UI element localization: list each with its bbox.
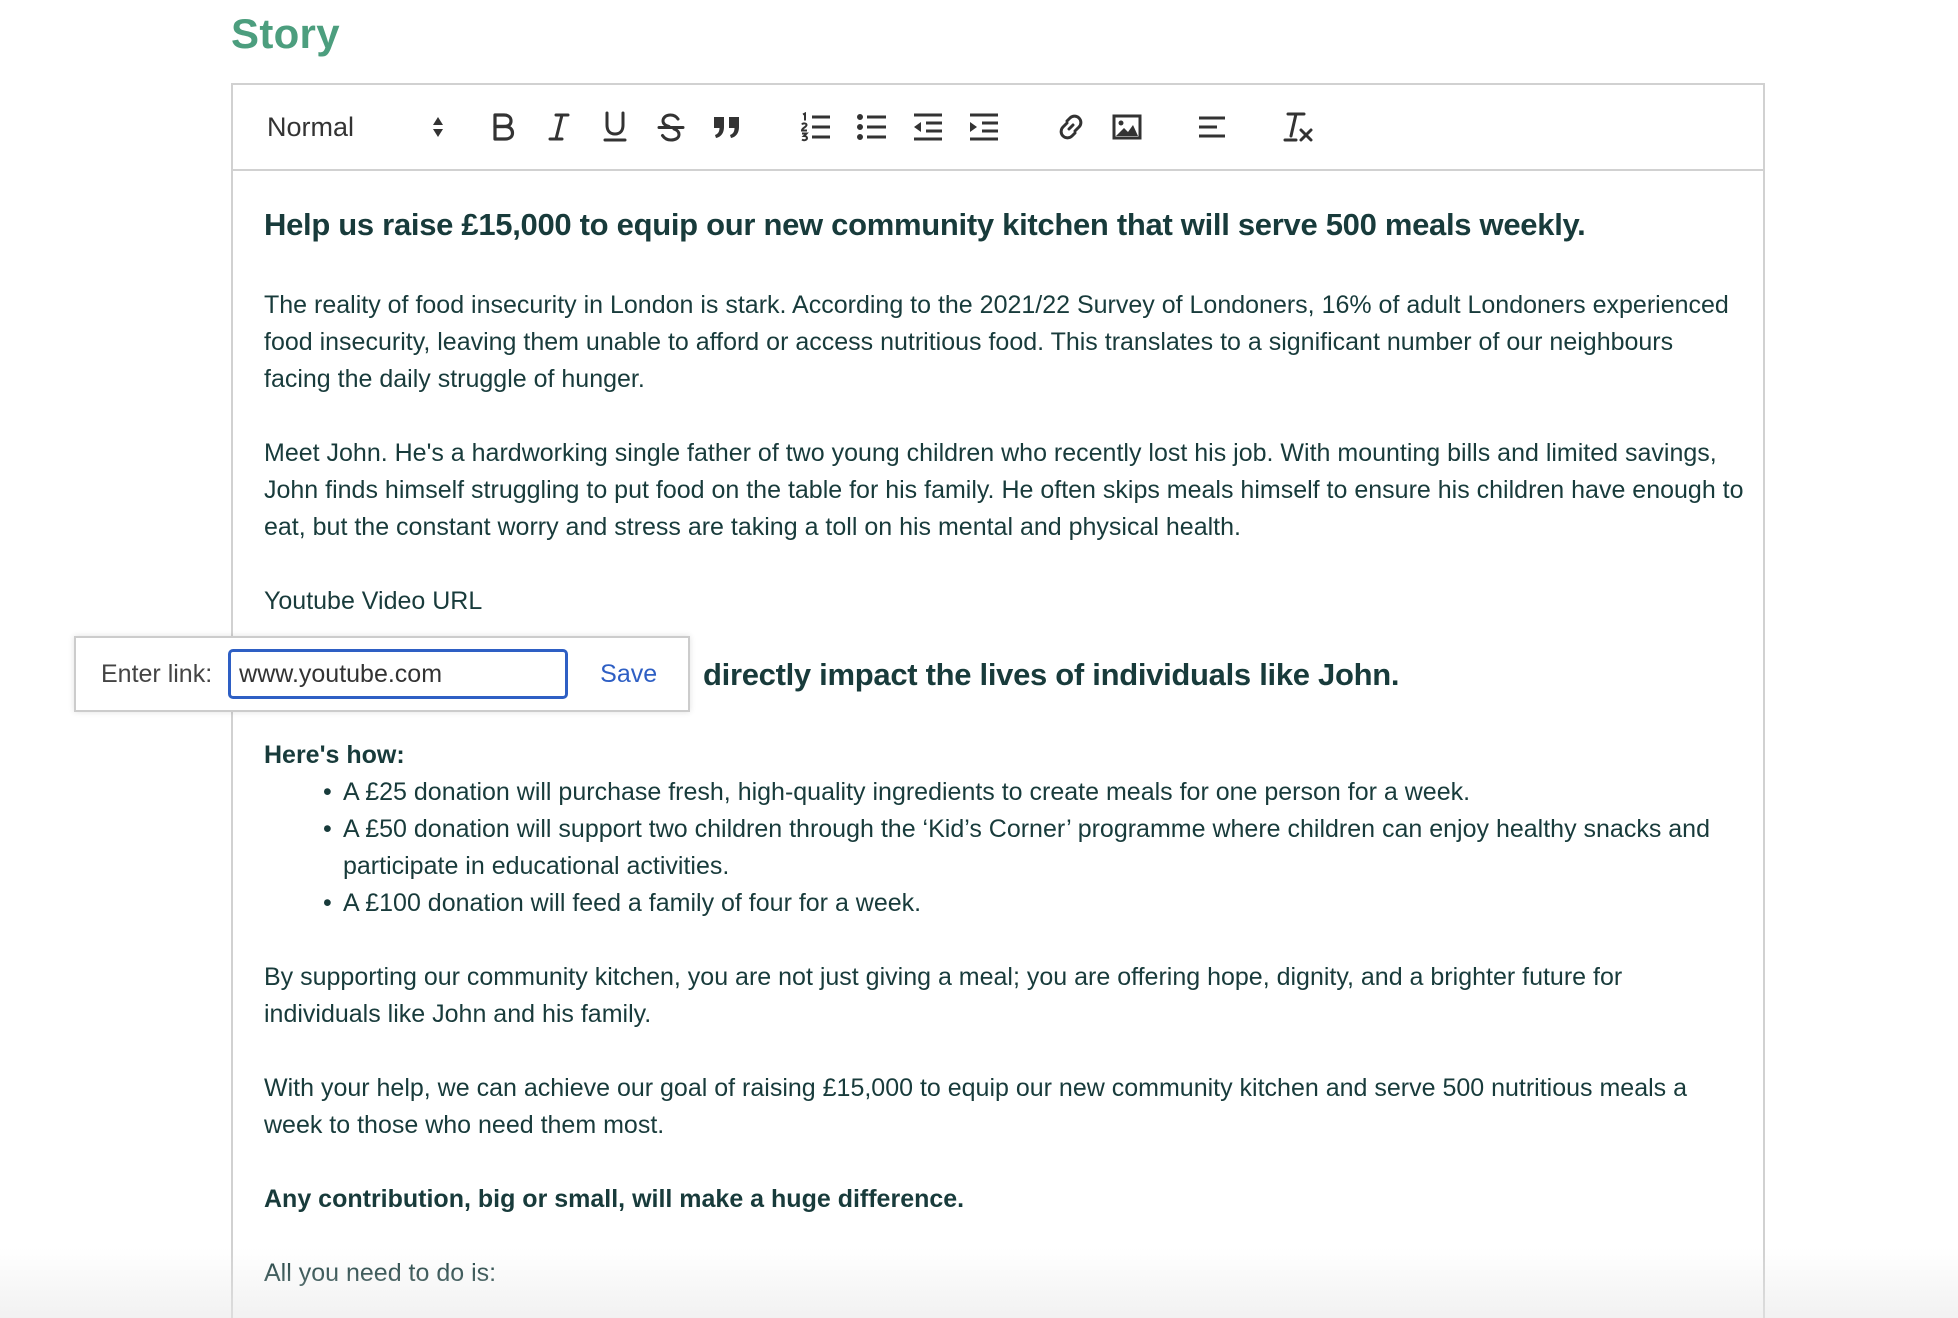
clear-format-icon xyxy=(1282,111,1314,143)
editor-content[interactable]: Help us raise £15,000 to equip our new c… xyxy=(264,203,1744,1292)
video-url-label: Youtube Video URL xyxy=(264,587,483,615)
story-paragraph-1: The reality of food insecurity in London… xyxy=(264,291,1729,393)
image-button[interactable] xyxy=(1107,106,1147,148)
align-button[interactable] xyxy=(1192,106,1232,148)
clear-format-button[interactable] xyxy=(1278,106,1318,148)
link-tooltip-label: Enter link: xyxy=(101,659,213,688)
story-paragraph-5: Any contribution, big or small, will mak… xyxy=(264,1185,965,1213)
image-icon xyxy=(1112,114,1142,140)
strikethrough-button[interactable] xyxy=(651,106,691,148)
bold-icon xyxy=(490,112,516,142)
ordered-list-icon xyxy=(800,112,832,142)
donation-item-2: A £50 donation will support two children… xyxy=(323,811,1744,885)
underline-button[interactable] xyxy=(595,106,635,148)
link-url-input[interactable] xyxy=(228,649,569,699)
bullet-list-button[interactable] xyxy=(852,106,892,148)
heading-picker[interactable]: Normal xyxy=(267,109,445,145)
up-down-arrows-icon xyxy=(431,115,445,139)
link-tooltip: Enter link: Save xyxy=(74,636,690,712)
story-paragraph-3: By supporting our community kitchen, you… xyxy=(264,963,1623,1028)
story-paragraph-2: Meet John. He's a hardworking single fat… xyxy=(264,439,1744,541)
italic-button[interactable] xyxy=(539,106,579,148)
underline-icon xyxy=(602,111,628,143)
bold-button[interactable] xyxy=(483,106,523,148)
how-title: Here's how: xyxy=(264,741,405,769)
indent-icon xyxy=(968,112,1000,142)
editor-toolbar: Normal xyxy=(233,85,1763,171)
story-headline: Help us raise £15,000 to equip our new c… xyxy=(264,207,1586,242)
donation-list: A £25 donation will purchase fresh, high… xyxy=(264,774,1744,922)
ordered-list-button[interactable] xyxy=(796,106,836,148)
outdent-icon xyxy=(912,112,944,142)
italic-icon xyxy=(547,112,571,142)
outdent-button[interactable] xyxy=(908,106,948,148)
quote-icon xyxy=(712,114,742,140)
indent-button[interactable] xyxy=(964,106,1004,148)
blockquote-button[interactable] xyxy=(707,106,747,148)
donation-item-3: A £100 donation will feed a family of fo… xyxy=(323,885,1744,922)
strikethrough-icon xyxy=(657,112,685,142)
link-icon xyxy=(1056,112,1086,142)
donation-item-1: A £25 donation will purchase fresh, high… xyxy=(323,774,1744,811)
bullet-list-icon xyxy=(856,112,888,142)
story-paragraph-6: All you need to do is: xyxy=(264,1259,497,1287)
link-button[interactable] xyxy=(1051,106,1091,148)
story-paragraph-4: With your help, we can achieve our goal … xyxy=(264,1074,1688,1139)
align-left-icon xyxy=(1197,115,1227,139)
section-title: Story xyxy=(231,10,340,57)
page: Story Normal Help us raise £15,000 to eq… xyxy=(0,0,1958,1318)
link-save-button[interactable]: Save xyxy=(600,660,657,689)
heading-picker-value: Normal xyxy=(267,111,355,142)
